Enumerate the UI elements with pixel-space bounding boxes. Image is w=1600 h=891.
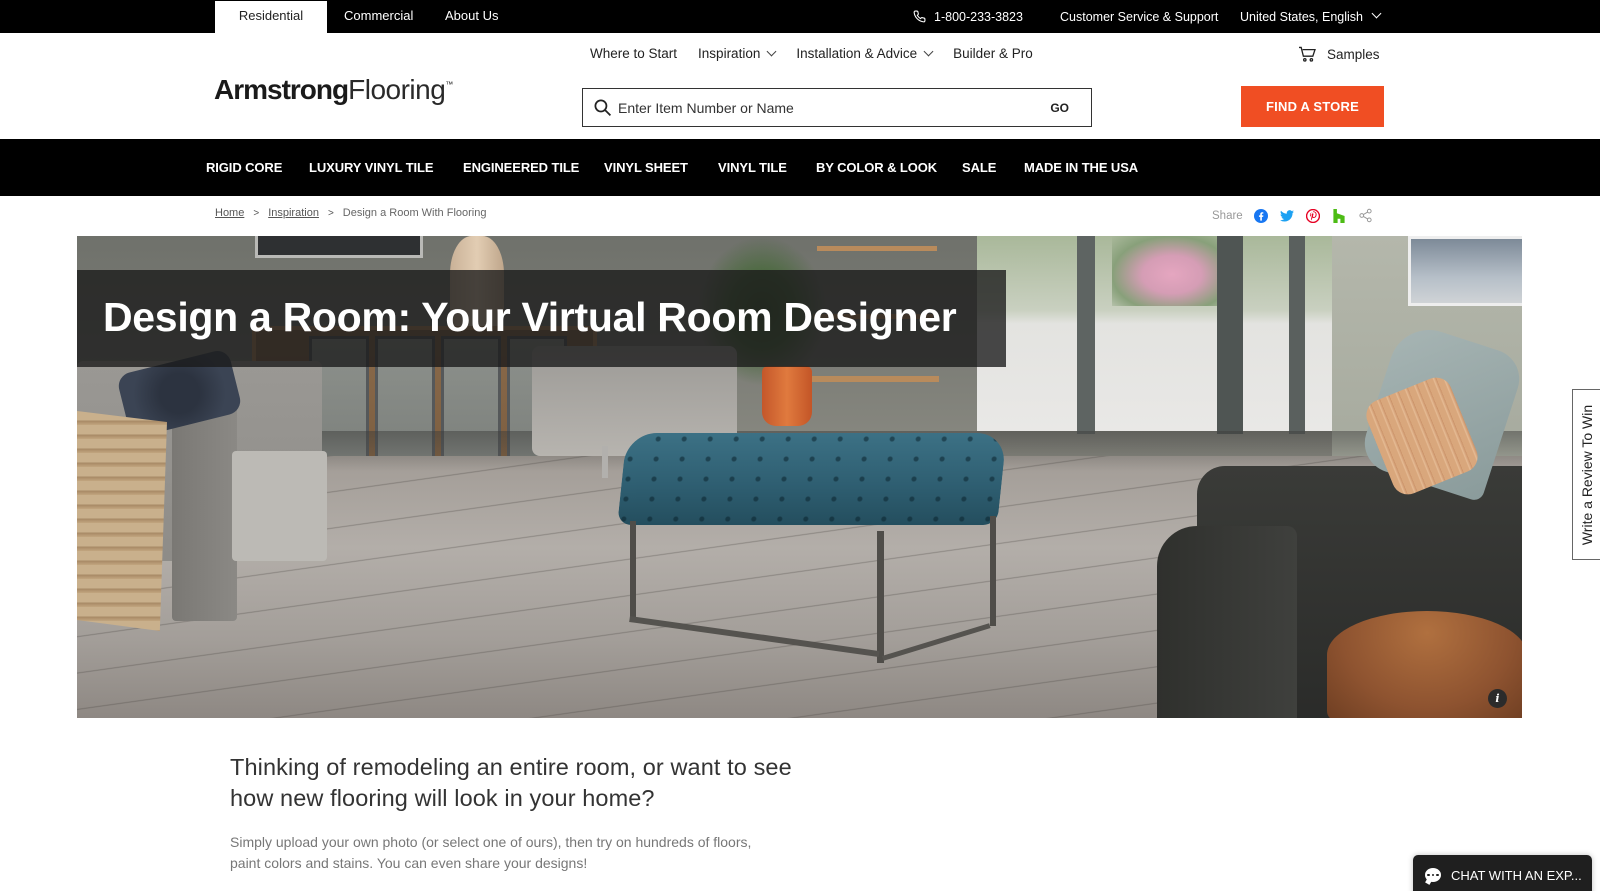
nav-sale[interactable]: SALE bbox=[962, 139, 996, 196]
search-bar: GO bbox=[582, 88, 1092, 127]
phone-number: 1-800-233-3823 bbox=[934, 9, 1023, 24]
chat-with-expert-button[interactable]: CHAT WITH AN EXP... bbox=[1413, 855, 1592, 891]
chevron-down-icon bbox=[923, 46, 934, 57]
nav-luxury-vinyl-tile[interactable]: LUXURY VINYL TILE bbox=[309, 139, 434, 196]
tab-commercial[interactable]: Commercial bbox=[322, 1, 435, 33]
locale-selector[interactable]: United States, English bbox=[1240, 0, 1382, 33]
search-icon bbox=[593, 98, 612, 117]
nav-installation-advice[interactable]: Installation & Advice bbox=[796, 46, 934, 61]
breadcrumb-home[interactable]: Home bbox=[215, 207, 244, 219]
utility-bar: Residential Commercial About Us 1-800-23… bbox=[0, 0, 1600, 33]
share-bar: Share bbox=[1212, 208, 1373, 223]
breadcrumb-current: Design a Room With Flooring bbox=[342, 207, 487, 219]
nav-label: Builder & Pro bbox=[953, 46, 1033, 61]
locale-label: United States, English bbox=[1240, 9, 1363, 24]
customer-service-label: Customer Service & Support bbox=[1060, 9, 1219, 24]
chevron-down-icon bbox=[1371, 8, 1382, 19]
nav-where-to-start[interactable]: Where to Start bbox=[590, 46, 677, 61]
intro-heading: Thinking of remodeling an entire room, o… bbox=[230, 754, 792, 811]
nav-label: Inspiration bbox=[698, 46, 761, 61]
nav-label: Where to Start bbox=[590, 46, 678, 61]
cart-icon bbox=[1298, 46, 1316, 62]
hero-title-band: Design a Room: Your Virtual Room Designe… bbox=[77, 270, 1006, 367]
search-input[interactable] bbox=[612, 89, 1041, 126]
breadcrumb-separator: > bbox=[253, 207, 260, 219]
samples-cart-link[interactable]: Samples bbox=[1298, 46, 1380, 62]
chevron-down-icon bbox=[766, 46, 777, 57]
armstrong-flooring-logo[interactable]: ArmstrongFlooring™ bbox=[214, 74, 453, 106]
write-review-label: Write a Review To Win bbox=[1578, 404, 1595, 545]
phone-icon bbox=[913, 10, 926, 23]
write-review-tab[interactable]: Write a Review To Win bbox=[1572, 389, 1600, 560]
twitter-icon[interactable] bbox=[1280, 208, 1295, 223]
breadcrumb-separator: > bbox=[327, 207, 334, 219]
primary-nav: RIGID CORE LUXURY VINYL TILE ENGINEERED … bbox=[0, 139, 1600, 196]
nav-engineered-tile[interactable]: ENGINEERED TILE bbox=[463, 139, 579, 196]
pinterest-icon[interactable] bbox=[1306, 208, 1321, 223]
nav-inspiration[interactable]: Inspiration bbox=[698, 46, 777, 61]
customer-service-link[interactable]: Customer Service & Support bbox=[1060, 0, 1218, 33]
logo-trademark: ™ bbox=[445, 80, 453, 89]
nav-label: Installation & Advice bbox=[796, 46, 918, 61]
nav-builder-pro[interactable]: Builder & Pro bbox=[953, 46, 1033, 61]
chat-label: CHAT WITH AN EXP... bbox=[1451, 867, 1582, 883]
nav-vinyl-sheet[interactable]: VINYL SHEET bbox=[604, 139, 688, 196]
nav-made-in-the-usa[interactable]: MADE IN THE USA bbox=[1024, 139, 1138, 196]
tab-residential[interactable]: Residential bbox=[215, 1, 327, 33]
find-a-store-button[interactable]: FIND A STORE bbox=[1241, 86, 1384, 127]
hero-title: Design a Room: Your Virtual Room Designe… bbox=[103, 294, 957, 340]
breadcrumb: Home > Inspiration > Design a Room With … bbox=[215, 207, 486, 219]
samples-label: Samples bbox=[1327, 46, 1380, 62]
houzz-icon[interactable] bbox=[1332, 208, 1347, 223]
phone-link[interactable]: 1-800-233-3823 bbox=[913, 0, 1023, 33]
intro-body: Simply upload your own photo (or select … bbox=[230, 834, 752, 871]
nav-vinyl-tile[interactable]: VINYL TILE bbox=[718, 139, 787, 196]
nav-rigid-core[interactable]: RIGID CORE bbox=[206, 139, 282, 196]
logo-bold-text: Armstrong bbox=[214, 74, 349, 105]
secondary-nav: Where to Start Inspiration Installation … bbox=[590, 46, 1054, 61]
nav-by-color-look[interactable]: BY COLOR & LOOK bbox=[816, 139, 937, 196]
tab-about-us[interactable]: About Us bbox=[423, 1, 520, 33]
image-info-icon[interactable]: i bbox=[1488, 689, 1507, 708]
facebook-icon[interactable] bbox=[1254, 208, 1269, 223]
hero-banner: Design a Room: Your Virtual Room Designe… bbox=[77, 236, 1522, 718]
logo-light-text: Flooring bbox=[348, 74, 446, 105]
share-label: Share bbox=[1212, 209, 1243, 222]
search-go-button[interactable]: GO bbox=[1040, 101, 1091, 115]
chat-bubble-icon bbox=[1425, 868, 1441, 882]
breadcrumb-inspiration[interactable]: Inspiration bbox=[268, 207, 319, 219]
share-icon[interactable] bbox=[1358, 208, 1373, 223]
